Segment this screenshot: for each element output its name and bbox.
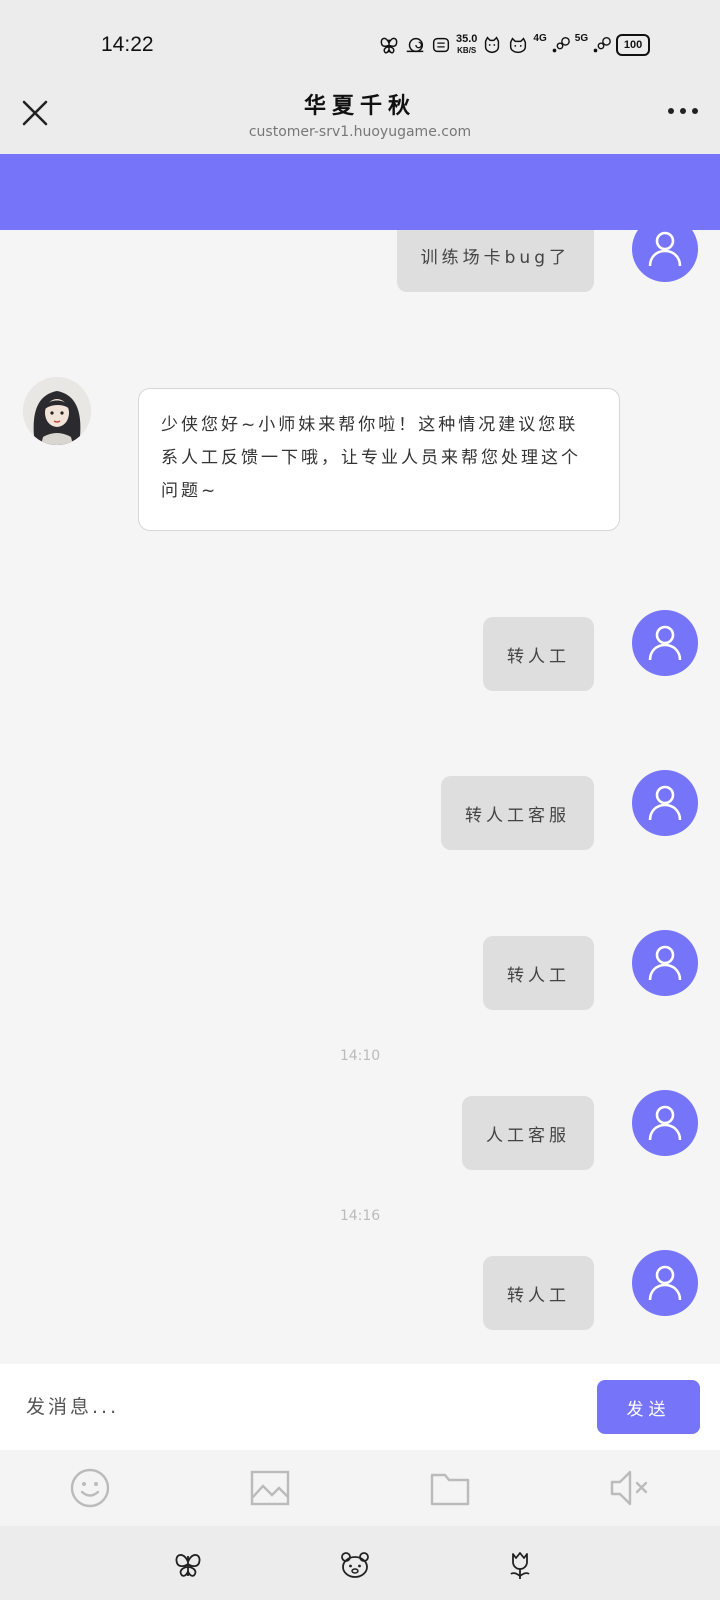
more-dot-icon bbox=[692, 108, 698, 114]
composer: 发送 bbox=[0, 1364, 720, 1450]
message-input[interactable] bbox=[26, 1390, 566, 1424]
butterfly-icon[interactable] bbox=[171, 1548, 205, 1582]
snail-status-icon bbox=[406, 37, 424, 53]
wifi-cat-icon bbox=[510, 37, 527, 54]
user-message-bubble[interactable]: 训练场卡bug了 bbox=[396, 230, 594, 292]
page-title: 华夏千秋 bbox=[303, 94, 416, 119]
more-options-button[interactable] bbox=[668, 108, 698, 114]
bear-icon[interactable] bbox=[338, 1548, 372, 1582]
data-status-icon bbox=[432, 37, 450, 53]
folder-icon[interactable] bbox=[428, 1466, 472, 1510]
user-icon bbox=[648, 785, 682, 821]
signal-2-label: 5G bbox=[574, 32, 589, 44]
user-icon bbox=[648, 1105, 682, 1141]
user-avatar bbox=[632, 610, 698, 676]
cat-status-icon bbox=[485, 36, 500, 54]
user-icon bbox=[648, 625, 682, 661]
image-icon[interactable] bbox=[248, 1466, 292, 1510]
composer-toolbar bbox=[0, 1450, 720, 1526]
status-time: 14:22 bbox=[101, 33, 154, 56]
battery-indicator: 100 bbox=[616, 34, 651, 56]
user-message-bubble[interactable]: 人工客服 bbox=[462, 1096, 594, 1170]
net-speed: 35.0 KB/S bbox=[456, 34, 477, 56]
net-speed-value: 35.0 bbox=[456, 33, 478, 45]
title-bar: 华夏千秋 customer-srv1.huoyugame.com bbox=[0, 84, 720, 154]
signal-2-icon bbox=[593, 36, 611, 53]
tulip-icon[interactable] bbox=[503, 1548, 537, 1582]
user-message-bubble[interactable]: 转人工 bbox=[483, 936, 594, 1010]
mute-icon[interactable] bbox=[608, 1466, 652, 1510]
emoji-icon[interactable] bbox=[68, 1466, 112, 1510]
status-bar: 14:22 35.0 KB/S 4G 5G 100 bbox=[0, 0, 720, 84]
status-icons: 35.0 KB/S 4G 5G 100 bbox=[378, 32, 651, 58]
more-dot-icon bbox=[680, 108, 686, 114]
user-icon bbox=[648, 1265, 682, 1301]
user-avatar bbox=[632, 770, 698, 836]
header-banner bbox=[0, 154, 720, 230]
more-dot-icon bbox=[668, 108, 674, 114]
user-avatar bbox=[632, 1090, 698, 1156]
net-speed-unit: KB/S bbox=[457, 46, 477, 55]
user-icon bbox=[648, 231, 682, 267]
message-timestamp: 14:10 bbox=[339, 1048, 381, 1064]
system-nav-bar bbox=[0, 1526, 720, 1600]
butterfly-status-icon bbox=[380, 37, 398, 54]
chat-area[interactable]: 训练场卡bug了 少侠您好~小师妹来帮你啦！这种情况建议您联系人工反馈一下哦，让… bbox=[0, 230, 720, 1364]
bot-avatar-portrait bbox=[23, 377, 91, 445]
user-message-bubble[interactable]: 转人工 bbox=[483, 617, 594, 691]
user-icon bbox=[648, 945, 682, 981]
user-message-bubble[interactable]: 转人工 bbox=[483, 1256, 594, 1330]
send-button[interactable]: 发送 bbox=[597, 1380, 700, 1434]
page-subtitle: customer-srv1.huoyugame.com bbox=[248, 124, 472, 140]
bot-message-bubble[interactable]: 少侠您好~小师妹来帮你啦！这种情况建议您联系人工反馈一下哦，让专业人员来帮您处理… bbox=[138, 388, 620, 531]
bot-avatar bbox=[23, 377, 91, 445]
signal-1-icon bbox=[552, 36, 570, 53]
user-message-bubble[interactable]: 转人工客服 bbox=[441, 776, 594, 850]
user-avatar bbox=[632, 930, 698, 996]
user-avatar bbox=[632, 230, 698, 282]
message-timestamp: 14:16 bbox=[339, 1208, 381, 1224]
signal-1-label: 4G bbox=[533, 32, 547, 44]
user-avatar bbox=[632, 1250, 698, 1316]
